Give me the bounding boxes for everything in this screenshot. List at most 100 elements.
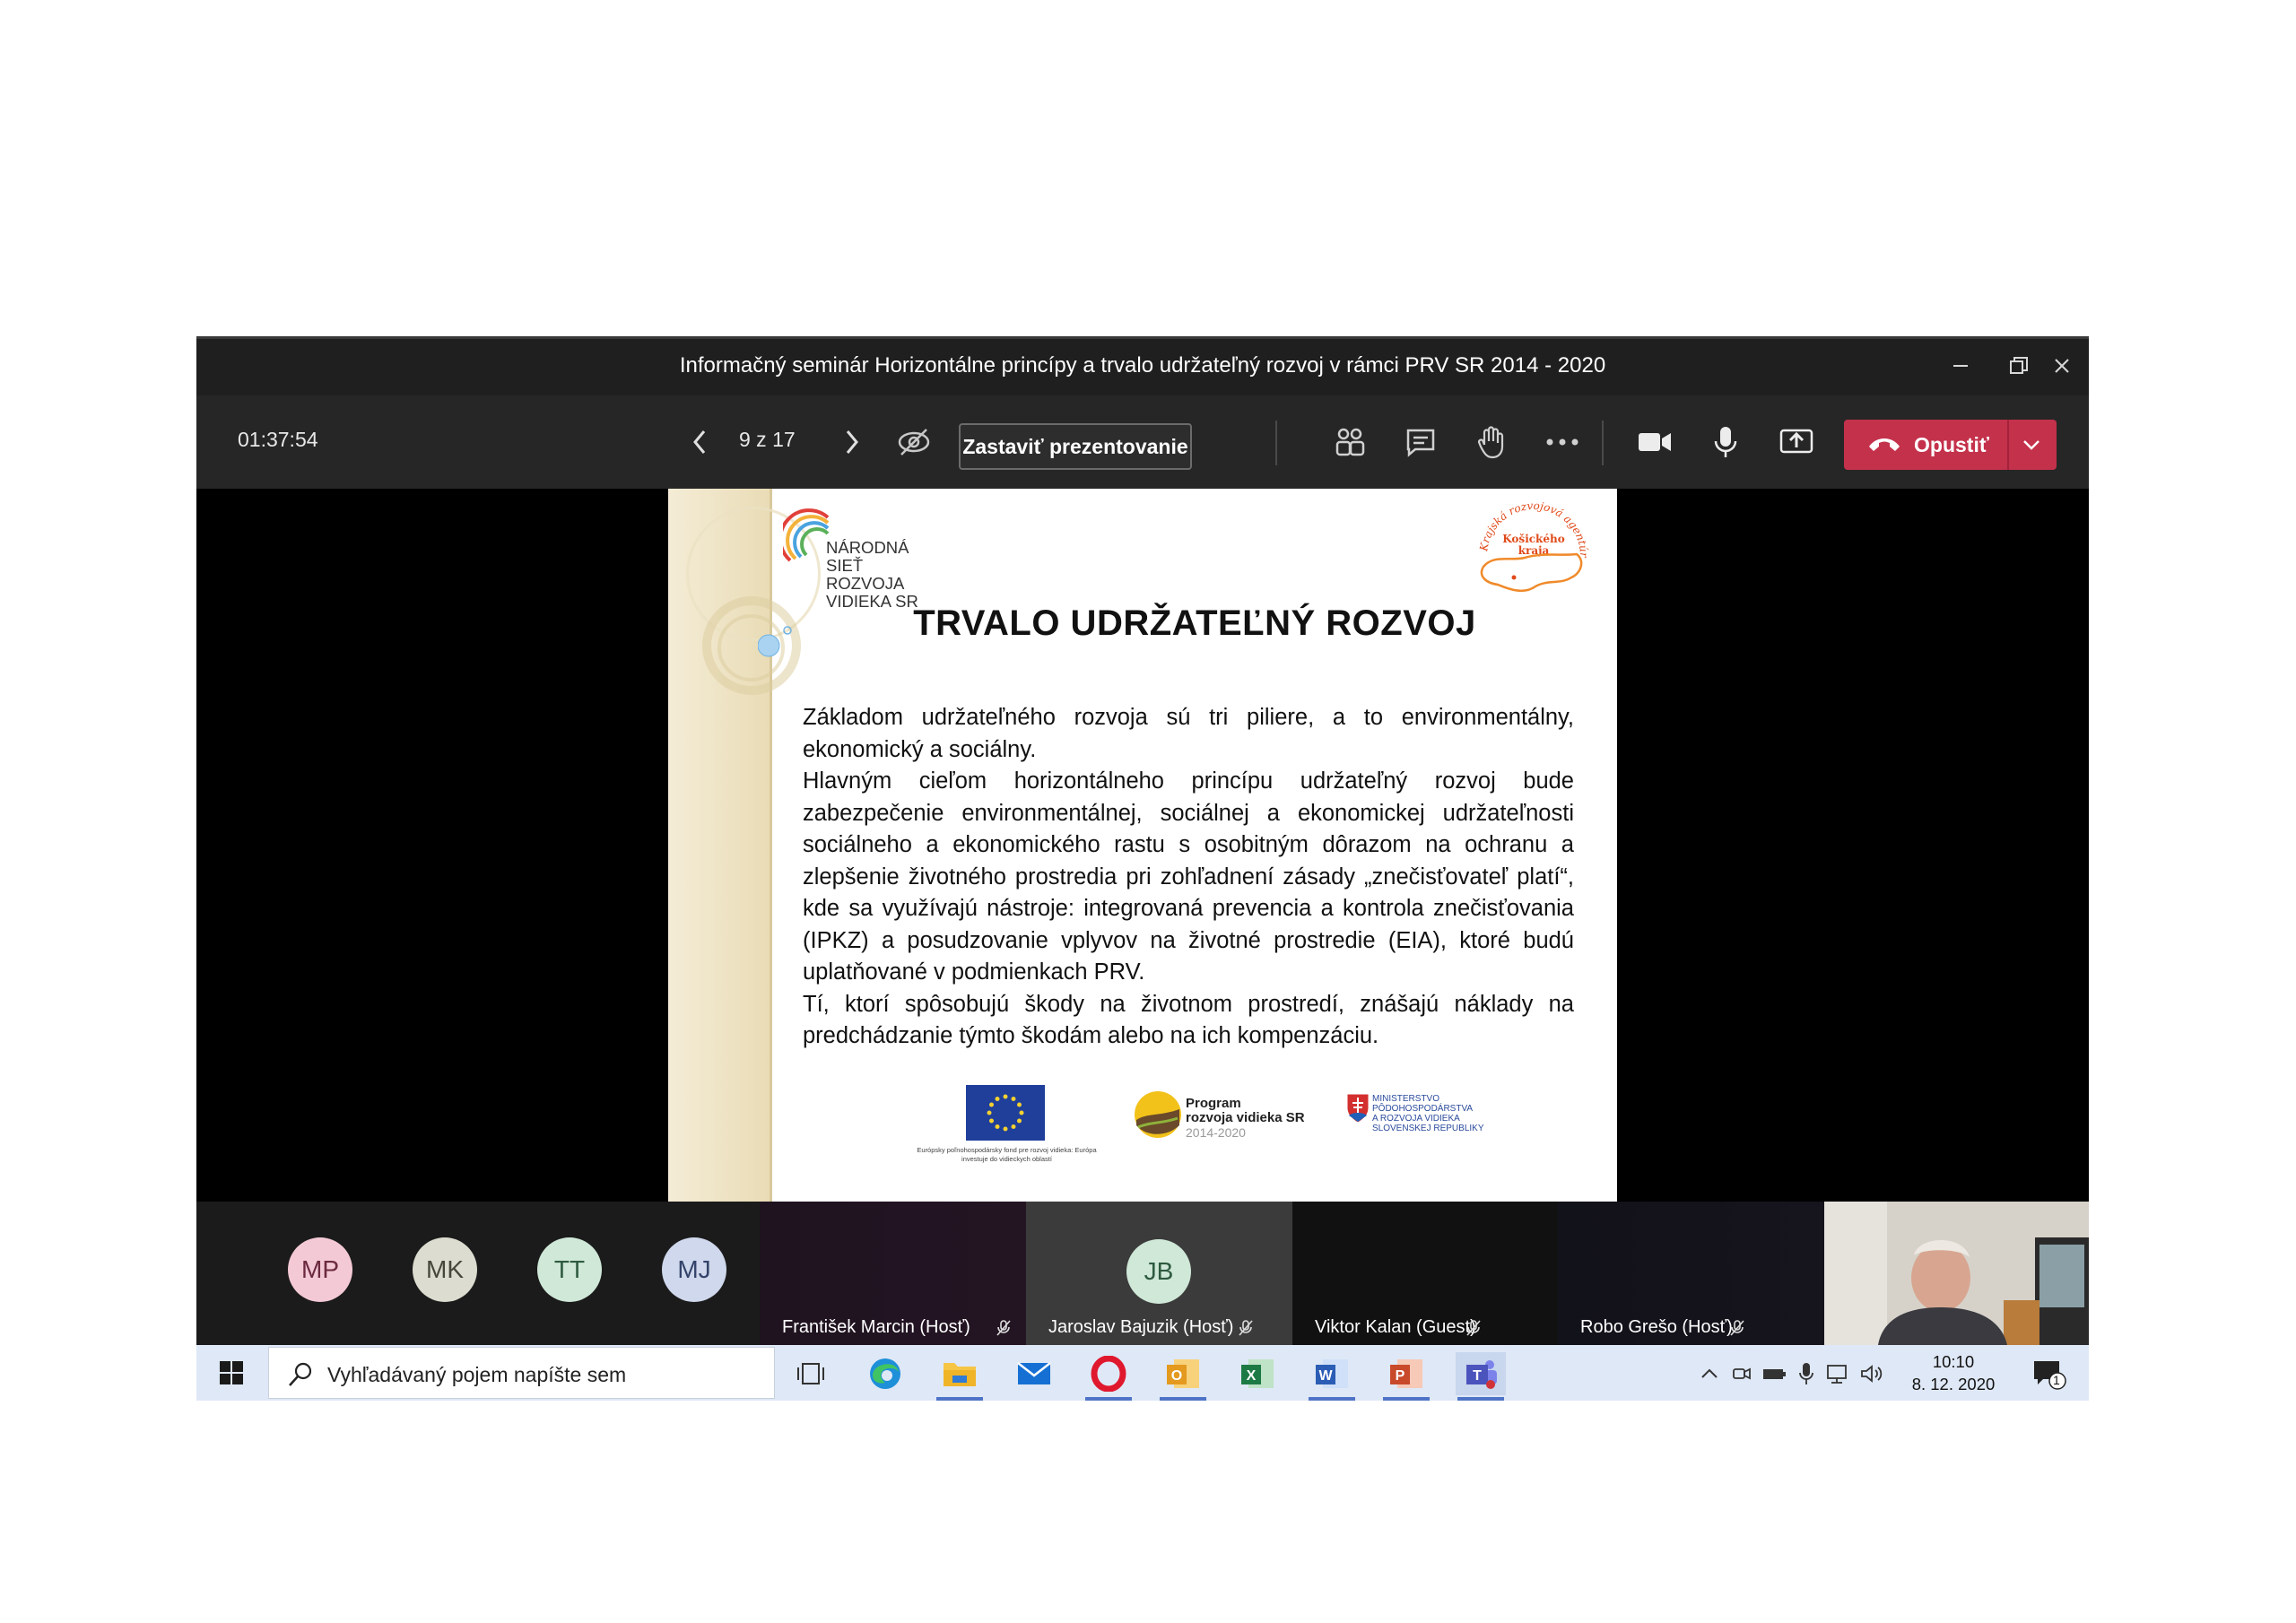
svg-text:P: P	[1396, 1368, 1405, 1384]
microphone-icon[interactable]	[1702, 419, 1749, 465]
page-counter: 9 z 17	[739, 428, 796, 451]
window-titlebar: Informačný seminár Horizontálne princípy…	[196, 336, 2089, 395]
participant-name: Robo Grešo (Hosť)	[1580, 1317, 1733, 1337]
windows-start-icon[interactable]	[196, 1345, 266, 1401]
mic-off-icon	[996, 1320, 1011, 1336]
phone-hangup-icon	[1867, 434, 1901, 458]
leave-divider	[2007, 420, 2009, 470]
notification-icon[interactable]: 1	[2026, 1352, 2071, 1395]
active-app-indicator	[1309, 1397, 1355, 1401]
svg-text:W: W	[1318, 1368, 1333, 1384]
leave-label: Opustiť	[1914, 433, 1989, 456]
slide-paragraph: Tí, ktorí spôsobujú škody na životnom pr…	[803, 991, 1574, 1049]
stop-presenting-button[interactable]: Zastaviť prezentovanie	[959, 423, 1192, 470]
sponsor-logos: Európsky poľnohospodársky fond pre rozvo…	[910, 1085, 1493, 1175]
participant-video	[1824, 1202, 2089, 1345]
active-app-indicator	[1085, 1397, 1132, 1401]
svg-text:T: T	[1473, 1368, 1482, 1384]
slide-paragraph: Hlavným cieľom horizontálneho princípu u…	[803, 768, 1574, 985]
chevron-left-icon[interactable]	[677, 419, 724, 465]
meet-now-icon[interactable]	[1728, 1352, 1755, 1395]
mic-off-icon	[1239, 1320, 1253, 1336]
mic-off-icon	[1730, 1320, 1744, 1336]
slide-body: Základom udržateľného rozvoja sú tri pil…	[803, 702, 1574, 1053]
active-app-indicator	[1457, 1397, 1504, 1401]
battery-icon[interactable]	[1761, 1352, 1787, 1395]
chat-icon[interactable]	[1397, 419, 1444, 465]
chevron-down-icon[interactable]	[2019, 436, 2044, 458]
minimize-icon[interactable]	[1938, 348, 1983, 384]
svg-text:Košického: Košického	[1502, 533, 1564, 545]
opera-icon[interactable]	[1083, 1352, 1134, 1401]
avatar[interactable]: MJ	[662, 1237, 726, 1302]
active-app-indicator	[1160, 1397, 1206, 1401]
search-placeholder: Vyhľadávaný pojem napíšte sem	[327, 1363, 627, 1386]
participant-tile[interactable]: Viktor Kalan (Guest)	[1292, 1202, 1558, 1345]
ministry-label: MINISTERSTVO PÔDOHOSPODÁRSTVA A ROZVOJA …	[1372, 1094, 1484, 1133]
slovak-coat-of-arms-icon	[1346, 1093, 1370, 1124]
search-icon	[289, 1362, 312, 1386]
camera-icon[interactable]	[1631, 419, 1678, 465]
participants-icon[interactable]	[1326, 419, 1373, 465]
excel-icon[interactable]: X	[1232, 1352, 1283, 1395]
leave-button[interactable]: Opustiť	[1844, 420, 2057, 470]
more-icon[interactable]	[1539, 419, 1586, 465]
participant-tile[interactable]: JB Jaroslav Bajuzik (Hosť)	[1026, 1202, 1292, 1345]
task-view-icon[interactable]	[786, 1352, 836, 1395]
kraj-logo: Krajská rozvojová agentúra Košického kra…	[1467, 492, 1596, 610]
active-app-indicator	[936, 1397, 983, 1401]
mail-icon[interactable]	[1009, 1352, 1059, 1395]
avatar[interactable]: TT	[537, 1237, 602, 1302]
prv-years: 2014-2020	[1186, 1125, 1246, 1140]
raise-hand-icon[interactable]	[1468, 419, 1515, 465]
close-icon[interactable]	[2039, 348, 2084, 384]
prv-label: Program rozvoja vidieka SR	[1186, 1096, 1305, 1125]
taskbar: Vyhľadávaný pojem napíšte sem O X W P T …	[196, 1345, 2089, 1401]
toolbar-divider	[1275, 421, 1277, 465]
svg-text:O: O	[1171, 1368, 1182, 1384]
eu-caption: Európsky poľnohospodársky fond pre rozvo…	[917, 1146, 1097, 1163]
avatar: JB	[1126, 1239, 1191, 1304]
participant-name: Viktor Kalan (Guest)	[1315, 1317, 1476, 1337]
notification-count: 1	[2053, 1373, 2060, 1387]
window-title: Informačný seminár Horizontálne princípy…	[679, 353, 1606, 378]
edge-icon[interactable]	[860, 1352, 910, 1395]
toolbar-divider	[1602, 421, 1604, 465]
participant-name: Jaroslav Bajuzik (Hosť)	[1048, 1317, 1234, 1337]
presentation-slide: NÁRODNÁ SIEŤ ROZVOJA VIDIEKA SR Krajská …	[668, 489, 1617, 1202]
meeting-timer: 01:37:54	[238, 428, 318, 451]
participant-tile[interactable]: František Marcin (Hosť)	[760, 1202, 1026, 1345]
eu-flag-logo	[966, 1085, 1045, 1141]
outlook-icon[interactable]: O	[1158, 1352, 1208, 1401]
chevron-up-icon[interactable]	[1696, 1352, 1723, 1395]
slide-paragraph: Základom udržateľného rozvoja sú tri pil…	[803, 705, 1574, 762]
svg-text:X: X	[1247, 1368, 1257, 1384]
participants-strip: MP MK TT MJ František Marcin (Hosť) JB J…	[196, 1202, 2089, 1345]
file-explorer-icon[interactable]	[935, 1352, 985, 1401]
nsrv-logo: NÁRODNÁ SIEŤ ROZVOJA VIDIEKA SR	[783, 507, 944, 611]
chevron-right-icon[interactable]	[828, 419, 874, 465]
share-screen-icon[interactable]	[1773, 419, 1820, 465]
participant-tile[interactable]: Robo Grešo (Hosť)	[1558, 1202, 1824, 1345]
powerpoint-icon[interactable]: P	[1381, 1352, 1431, 1401]
network-icon[interactable]	[1825, 1352, 1852, 1395]
self-video-tile[interactable]	[1824, 1202, 2089, 1345]
teams-icon[interactable]: T	[1456, 1352, 1506, 1401]
slide-title: TRVALO UDRŽATEĽNÝ ROZVOJ	[913, 603, 1476, 643]
word-icon[interactable]: W	[1307, 1352, 1357, 1401]
taskbar-clock[interactable]: 10:10 8. 12. 2020	[1909, 1350, 1998, 1395]
volume-icon[interactable]	[1857, 1352, 1888, 1395]
screen: Informačný seminár Horizontálne princípy…	[196, 336, 2089, 1401]
clock-time: 10:10	[1932, 1352, 1975, 1371]
avatar[interactable]: MP	[288, 1237, 352, 1302]
meeting-toolbar: 01:37:54 9 z 17 Zastaviť prezentovanie O…	[196, 395, 2089, 489]
taskbar-search[interactable]: Vyhľadávaný pojem napíšte sem	[268, 1347, 775, 1399]
restore-icon[interactable]	[1996, 348, 2041, 384]
mic-off-icon	[1466, 1320, 1481, 1336]
avatar[interactable]: MK	[413, 1237, 477, 1302]
participant-name: František Marcin (Hosť)	[782, 1317, 970, 1337]
eye-slash-icon[interactable]	[891, 419, 937, 465]
microphone-tray-icon[interactable]	[1793, 1352, 1820, 1395]
prv-logo	[1135, 1091, 1181, 1138]
nsrv-logo-text: NÁRODNÁ SIEŤ ROZVOJA VIDIEKA SR	[826, 538, 918, 611]
